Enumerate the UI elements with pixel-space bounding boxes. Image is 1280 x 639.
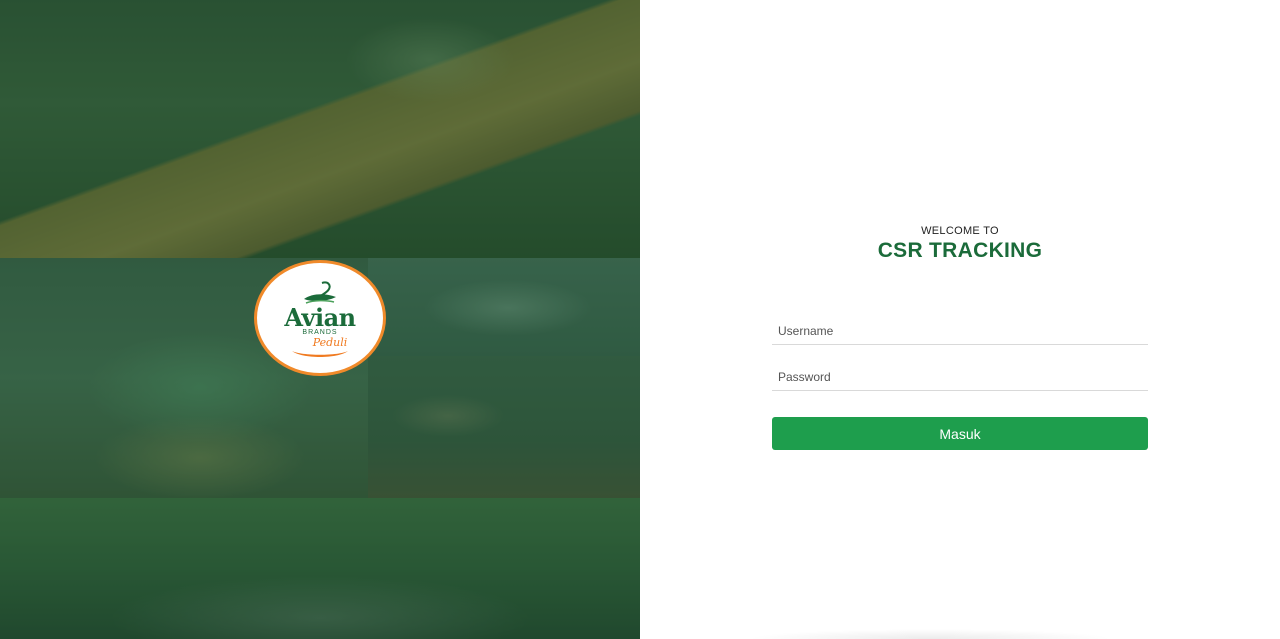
logo-wordmark: Avian (284, 303, 356, 332)
login-panel: WELCOME TO CSR TRACKING Masuk (640, 0, 1280, 639)
bottom-shadow (640, 621, 1280, 639)
welcome-label: WELCOME TO (921, 225, 999, 237)
hero-photo-collage: Avian BRANDS Peduli (0, 0, 640, 639)
logo-tagline: Peduli (312, 336, 348, 349)
username-input[interactable] (772, 317, 1148, 345)
password-input[interactable] (772, 363, 1148, 391)
hands-icon (292, 351, 348, 357)
login-button[interactable]: Masuk (772, 417, 1148, 450)
login-page: Avian BRANDS Peduli WELCOME TO CSR TRACK… (0, 0, 1280, 639)
app-title: CSR TRACKING (877, 239, 1043, 262)
avian-brands-peduli-logo: Avian BRANDS Peduli (254, 260, 386, 376)
